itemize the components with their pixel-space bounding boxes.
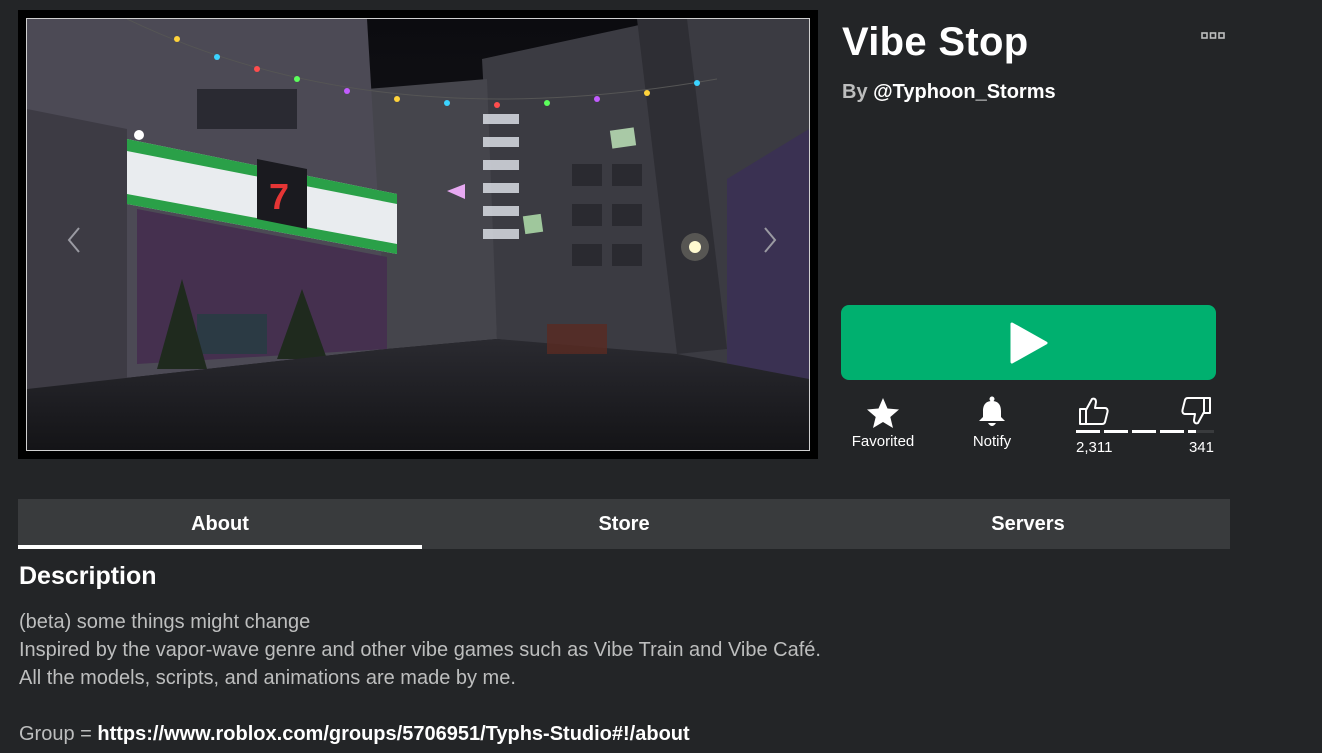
description-heading: Description: [19, 562, 157, 590]
tab-store[interactable]: Store: [422, 499, 826, 549]
more-options-button[interactable]: [1198, 26, 1228, 46]
description-body: (beta) some things might change Inspired…: [19, 608, 1219, 748]
favorite-label: Favorited: [851, 433, 915, 450]
vote-section: 2,311 341: [1074, 394, 1214, 460]
play-button[interactable]: [841, 305, 1216, 380]
favorite-button[interactable]: Favorited: [838, 394, 928, 452]
svg-text:7: 7: [269, 176, 289, 217]
star-icon: [867, 398, 899, 428]
game-tabs: About Store Servers: [18, 499, 1230, 549]
ellipsis-icon: [1201, 32, 1225, 39]
game-creator: By @Typhoon_Storms: [842, 79, 1056, 105]
chevron-right-icon: [764, 227, 777, 253]
game-thumbnail-carousel[interactable]: 7: [18, 10, 818, 459]
notify-label: Notify: [972, 433, 1012, 450]
group-link[interactable]: https://www.roblox.com/groups/5706951/Ty…: [97, 723, 689, 745]
vote-ratio-bar: [1076, 430, 1214, 433]
play-icon: [1010, 322, 1047, 363]
upvote-count: 2,311: [1076, 439, 1113, 456]
description-line: All the models, scripts, and animations …: [19, 667, 516, 689]
chevron-left-icon: [67, 227, 80, 253]
group-line: Group = https://www.roblox.com/groups/57…: [19, 720, 1219, 748]
creator-link[interactable]: @Typhoon_Storms: [873, 81, 1055, 103]
tab-servers[interactable]: Servers: [826, 499, 1230, 549]
upvote-button[interactable]: [1074, 394, 1114, 428]
downvote-count: 341: [1188, 439, 1214, 456]
tab-about[interactable]: About: [18, 499, 422, 549]
vote-ratio-fill: [1076, 430, 1197, 433]
carousel-next-button[interactable]: [755, 220, 785, 260]
creator-prefix: By: [842, 81, 874, 103]
thumbs-down-icon: [1181, 397, 1211, 425]
downvote-button[interactable]: [1176, 394, 1216, 428]
bell-icon: [979, 396, 1005, 426]
game-thumbnail: 7: [26, 18, 810, 451]
description-line: Inspired by the vapor-wave genre and oth…: [19, 639, 821, 661]
game-scene-image: 7: [27, 19, 809, 450]
group-label: Group =: [19, 723, 98, 745]
carousel-prev-button[interactable]: [59, 220, 89, 260]
game-title: Vibe Stop: [842, 20, 1029, 64]
notify-button[interactable]: Notify: [947, 394, 1037, 452]
description-line: (beta) some things might change: [19, 611, 311, 633]
thumbs-up-icon: [1079, 397, 1109, 425]
